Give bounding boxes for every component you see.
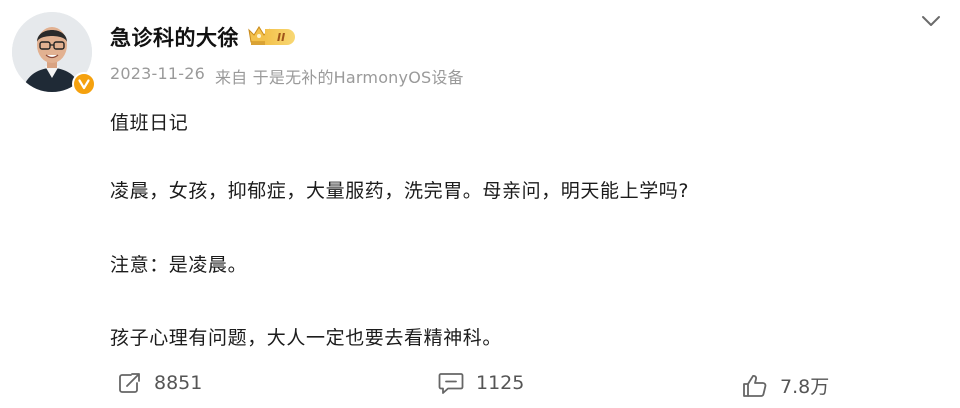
- author-row: 急诊科的大徐 II: [110, 20, 296, 54]
- weibo-post-card: 急诊科的大徐 II 2023-11-26 来自 于是无补的HarmonyOS设备…: [0, 0, 960, 408]
- post-text-line: 凌晨，女孩，抑郁症，大量服药，洗完胃。母亲问，明天能上学吗?: [110, 180, 690, 202]
- comment-icon: [438, 372, 464, 394]
- repost-button[interactable]: 8851: [118, 372, 202, 394]
- post-text-line: 孩子心理有问题，大人一定也要去看精神科。: [110, 327, 503, 349]
- verified-v-icon: [72, 72, 96, 96]
- post-source[interactable]: 来自 于是无补的HarmonyOS设备: [215, 64, 464, 88]
- level-badge: II: [265, 29, 296, 45]
- repost-count: 8851: [154, 372, 203, 394]
- comment-count: 1125: [476, 372, 525, 394]
- comment-button[interactable]: 1125: [438, 372, 524, 394]
- post-date: 2023-11-26: [110, 64, 205, 83]
- post-text-line: 注意：是凌晨。: [110, 254, 248, 276]
- member-badge[interactable]: II: [247, 24, 296, 50]
- action-bar: 8851 1125 7.8万: [0, 372, 960, 402]
- avatar[interactable]: [12, 12, 96, 96]
- like-button[interactable]: 7.8万: [742, 372, 829, 399]
- post-meta: 2023-11-26 来自 于是无补的HarmonyOS设备: [110, 64, 464, 88]
- chevron-down-icon[interactable]: [918, 10, 944, 32]
- username[interactable]: 急诊科的大徐: [110, 22, 239, 52]
- post-text-line: 值班日记: [110, 112, 189, 134]
- repost-icon: [118, 372, 142, 394]
- thumbs-up-icon: [742, 374, 768, 398]
- like-count: 7.8万: [780, 376, 830, 398]
